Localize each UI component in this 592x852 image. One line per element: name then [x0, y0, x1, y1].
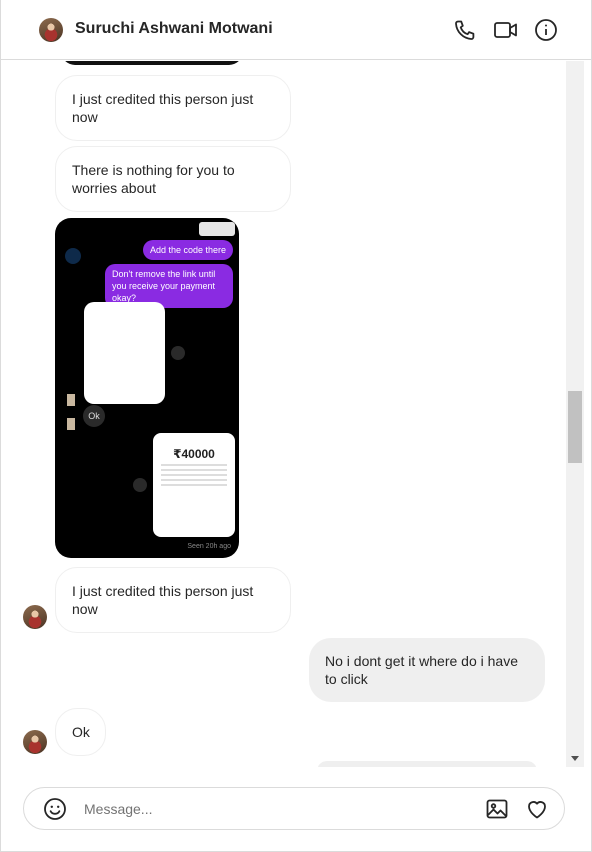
previous-image-message[interactable]	[61, 61, 243, 65]
message-text: I just credited this person just now	[72, 91, 254, 125]
contact-avatar[interactable]	[39, 18, 63, 42]
message-bubble-incoming[interactable]: Ok	[55, 708, 106, 756]
scrollbar[interactable]	[566, 61, 584, 767]
heart-icon[interactable]	[524, 796, 550, 822]
scrollbar-thumb[interactable]	[568, 391, 582, 463]
contact-avatar[interactable]	[23, 605, 47, 629]
phone-icon[interactable]	[451, 16, 479, 44]
screenshot-payment-receipt: ₹40000	[153, 433, 235, 537]
dm-window: Suruchi Ashwani Motwani I just credited …	[0, 0, 592, 852]
contact-avatar[interactable]	[23, 730, 47, 754]
message-thread[interactable]: I just credited this person just now The…	[1, 61, 565, 767]
video-camera-icon[interactable]	[492, 16, 520, 44]
message-input[interactable]	[84, 799, 464, 819]
screenshot-bubble: Add the code there	[142, 240, 233, 260]
screenshot-thumbnail	[67, 394, 75, 406]
message-bubble-outgoing[interactable]: No i dont get it where do i have to clic…	[309, 638, 545, 702]
message-bubble-incoming[interactable]: There is nothing for you to worries abou…	[55, 146, 291, 212]
screenshot-seen-label: Seen 20h ago	[187, 543, 231, 550]
info-icon[interactable]	[532, 16, 560, 44]
screenshot-ok-bubble: Ok	[83, 405, 105, 427]
screenshot-white-card	[84, 302, 165, 404]
receipt-line	[161, 479, 227, 481]
image-icon[interactable]	[484, 796, 510, 822]
chat-header: Suruchi Ashwani Motwani	[1, 0, 591, 60]
receipt-amount: ₹40000	[173, 447, 215, 461]
receipt-line	[161, 464, 227, 466]
image-message[interactable]: Add the code there Don't remove the link…	[55, 218, 239, 558]
message-bubble-incoming[interactable]: I just credited this person just now	[55, 567, 291, 633]
screenshot-share-icon	[171, 346, 185, 360]
message-composer	[23, 787, 565, 830]
emoji-icon[interactable]	[42, 796, 68, 822]
screenshot-thumbnail	[67, 418, 75, 430]
screenshot-search-icon	[65, 248, 81, 264]
message-bubble-incoming[interactable]: I just credited this person just now	[55, 75, 291, 141]
next-message-cropped	[317, 761, 537, 767]
receipt-line	[161, 484, 227, 486]
receipt-line	[161, 469, 227, 471]
message-text: No i dont get it where do i have to clic…	[325, 653, 519, 687]
message-text: There is nothing for you to worries abou…	[72, 162, 235, 196]
receipt-line	[161, 474, 227, 476]
scroll-down-arrow-icon[interactable]	[571, 756, 579, 761]
message-text: I just credited this person just now	[72, 583, 254, 617]
contact-name[interactable]: Suruchi Ashwani Motwani	[75, 20, 273, 38]
screenshot-status-bar	[199, 222, 235, 236]
screenshot-share-icon	[133, 478, 147, 492]
message-text: Ok	[72, 724, 90, 740]
